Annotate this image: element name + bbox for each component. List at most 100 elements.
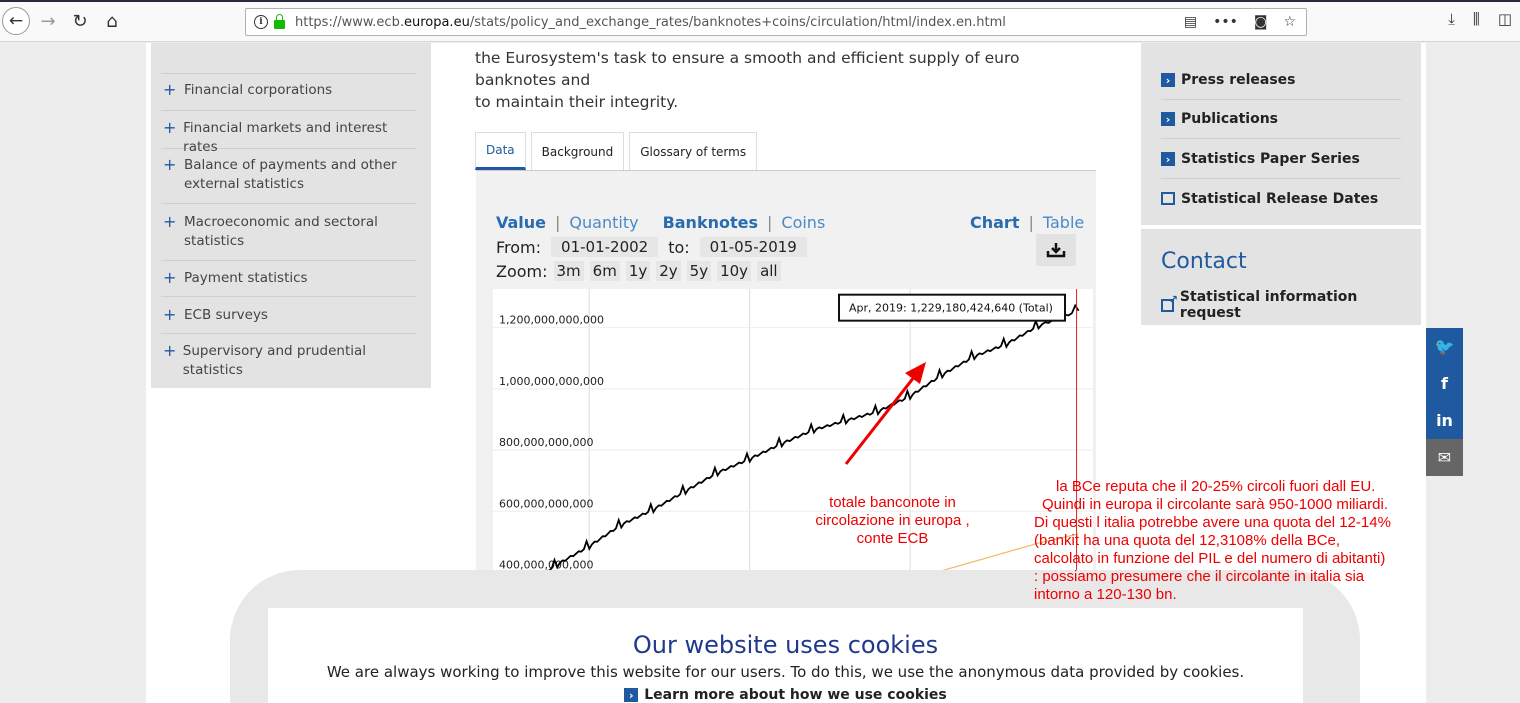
left-nav-label: Macroeconomic and sectoral statistics xyxy=(184,214,378,249)
linkedin-icon[interactable]: in xyxy=(1426,402,1463,439)
facebook-icon[interactable]: f xyxy=(1426,365,1463,402)
zoom-3m-button[interactable]: 3m xyxy=(553,261,584,281)
left-nav-item-cut xyxy=(161,43,416,74)
left-nav-item-macroeconomic[interactable]: + Macroeconomic and sectoral statistics xyxy=(161,213,416,261)
window-top-border xyxy=(0,0,1520,2)
cookie-title: Our website uses cookies xyxy=(632,631,939,659)
right-nav-label: Statistics Paper Series xyxy=(1181,151,1360,167)
intro-line-2: to maintain their integrity. xyxy=(475,93,679,111)
left-nav-label: Payment statistics xyxy=(184,270,308,286)
reload-icon[interactable]: ↻ xyxy=(68,9,92,33)
calendar-icon xyxy=(1161,192,1175,205)
to-date-input[interactable]: 01-05-2019 xyxy=(699,237,807,257)
annotation-line: Di questi l italia potrebbe avere una qu… xyxy=(1034,514,1391,531)
annotation-right-note: la BCe reputa che il 20-25% circoli fuor… xyxy=(1034,478,1464,604)
left-nav-item-supervisory[interactable]: + Supervisory and prudential statistics xyxy=(161,341,416,379)
contact-title: Contact xyxy=(1161,249,1247,274)
twitter-icon[interactable]: 🐦 xyxy=(1426,328,1463,365)
y-tick-label: 800,000,000,000 xyxy=(499,436,593,449)
chevron-right-icon: › xyxy=(1161,112,1175,126)
zoom-10y-button[interactable]: 10y xyxy=(717,261,752,281)
sidebar-icon[interactable]: ◫ xyxy=(1498,10,1512,28)
right-nav-label: Publications xyxy=(1181,111,1279,127)
annotation-line: intorno a 120-130 bn. xyxy=(1034,586,1177,603)
zoom-label: Zoom: xyxy=(496,261,548,281)
chart-view-link[interactable]: Chart xyxy=(970,213,1019,232)
url-actions: ▤ ••• ◙ ☆ xyxy=(1184,14,1296,30)
value-link[interactable]: Value xyxy=(496,213,546,232)
zoom-5y-button[interactable]: 5y xyxy=(686,261,712,281)
left-nav-item-ecb-surveys[interactable]: + ECB surveys xyxy=(161,306,416,334)
publications-link[interactable]: › Publications xyxy=(1161,100,1401,139)
pocket-icon[interactable]: ◙ xyxy=(1254,14,1268,30)
left-nav-item-balance-of-payments[interactable]: + Balance of payments and other external … xyxy=(161,156,416,204)
left-nav-item-financial-corporations[interactable]: + Financial corporations xyxy=(161,81,416,111)
url-bar[interactable]: i https://www.ecb.europa.eu/stats/policy… xyxy=(245,8,1307,36)
annotation-line: : possiamo presumere che il circolante i… xyxy=(1034,568,1365,585)
separator: | xyxy=(555,213,561,232)
chart-tooltip: Apr, 2019: 1,229,180,424,640 (Total) xyxy=(838,293,1066,322)
url-domain: europa.eu xyxy=(403,14,470,30)
banknotes-link[interactable]: Banknotes xyxy=(663,213,758,232)
cookie-learn-more-link[interactable]: › Learn more about how we use cookies xyxy=(624,687,947,703)
right-nav-panel: › Press releases › Publications › Statistic… xyxy=(1141,43,1421,225)
plus-icon: + xyxy=(163,155,177,174)
statistical-information-request-link[interactable]: Statistical information request xyxy=(1161,289,1421,321)
separator: | xyxy=(1028,213,1034,232)
annotation-line: calcolato in funzione del PIL e del nume… xyxy=(1034,550,1386,567)
zoom-all-button[interactable]: all xyxy=(757,261,781,281)
mail-icon[interactable]: ✉ xyxy=(1426,439,1463,476)
back-arrow-icon[interactable]: ← xyxy=(2,7,30,35)
home-icon[interactable]: ⌂ xyxy=(100,9,124,33)
zoom-6m-button[interactable]: 6m xyxy=(589,261,620,281)
quantity-link[interactable]: Quantity xyxy=(569,213,638,232)
plus-icon: + xyxy=(163,341,177,360)
annotation-line: la BCe reputa che il 20-25% circoli fuor… xyxy=(1056,478,1376,495)
bookmark-star-icon[interactable]: ☆ xyxy=(1283,14,1296,30)
chevron-right-icon: › xyxy=(1161,73,1175,87)
y-tick-label: 1,000,000,000,000 xyxy=(499,375,604,388)
from-date-input[interactable]: 01-01-2002 xyxy=(551,237,659,257)
annotation-line: circolazione in europa , xyxy=(815,512,970,529)
zoom-1y-button[interactable]: 1y xyxy=(625,261,651,281)
left-nav-item-financial-markets[interactable]: + Financial markets and interest rates xyxy=(161,119,416,155)
statistical-release-dates-link[interactable]: Statistical Release Dates xyxy=(1161,179,1401,218)
lock-icon[interactable] xyxy=(274,13,285,29)
left-nav-label: ECB surveys xyxy=(184,307,268,323)
left-nav-panel: + Financial corporations + Financial marke… xyxy=(151,43,431,388)
plus-icon: + xyxy=(163,305,177,324)
view-selector: Chart | Table xyxy=(970,213,1084,232)
tab-glossary[interactable]: Glossary of terms xyxy=(629,132,758,170)
page-actions-icon[interactable]: ••• xyxy=(1213,14,1238,30)
library-icon[interactable]: ⫼ xyxy=(1473,10,1480,28)
plus-icon: + xyxy=(163,268,177,287)
download-icon[interactable]: ⤓ xyxy=(1448,10,1455,28)
tab-background[interactable]: Background xyxy=(530,132,625,170)
download-button[interactable] xyxy=(1036,234,1076,266)
annotation-line: conte ECB xyxy=(856,530,929,547)
url-text[interactable]: https://www.ecb.europa.eu/stats/policy_a… xyxy=(295,15,1006,30)
zoom-row: Zoom: 3m 6m 1y 2y 5y 10y all xyxy=(496,261,781,281)
intro-line-1: the Eurosystem's task to ensure a smooth… xyxy=(475,49,1020,89)
measure-selector: Value | Quantity Banknotes | Coins xyxy=(496,213,825,232)
annotation-line: Quindi in europa il circolante sarà 950-… xyxy=(1042,496,1389,513)
coins-link[interactable]: Coins xyxy=(781,213,825,232)
reader-view-icon[interactable]: ▤ xyxy=(1184,14,1197,30)
tabs: Data Background Glossary of terms xyxy=(475,132,758,170)
forward-arrow-icon[interactable]: → xyxy=(36,9,60,33)
left-nav-label: Financial corporations xyxy=(184,82,333,98)
y-tick-label: 600,000,000,000 xyxy=(499,497,593,510)
tab-data[interactable]: Data xyxy=(475,132,526,170)
from-label: From: xyxy=(496,237,542,257)
cookie-banner: Our website uses cookies We are always w… xyxy=(268,608,1303,703)
plus-icon: + xyxy=(163,80,177,99)
tooltip-text: Apr, 2019: 1,229,180,424,640 (Total) xyxy=(849,302,1053,315)
table-view-link[interactable]: Table xyxy=(1043,213,1084,232)
left-nav-item-payment-statistics[interactable]: + Payment statistics xyxy=(161,269,416,297)
press-releases-link[interactable]: › Press releases xyxy=(1161,61,1401,100)
zoom-2y-button[interactable]: 2y xyxy=(656,261,681,281)
browser-toolbar: ← → ↻ ⌂ i https://www.ecb.europa.eu/stat… xyxy=(0,0,1520,42)
contact-link-label: Statistical information request xyxy=(1179,289,1358,321)
info-icon[interactable]: i xyxy=(254,15,268,29)
statistics-paper-series-link[interactable]: › Statistics Paper Series xyxy=(1161,140,1401,179)
